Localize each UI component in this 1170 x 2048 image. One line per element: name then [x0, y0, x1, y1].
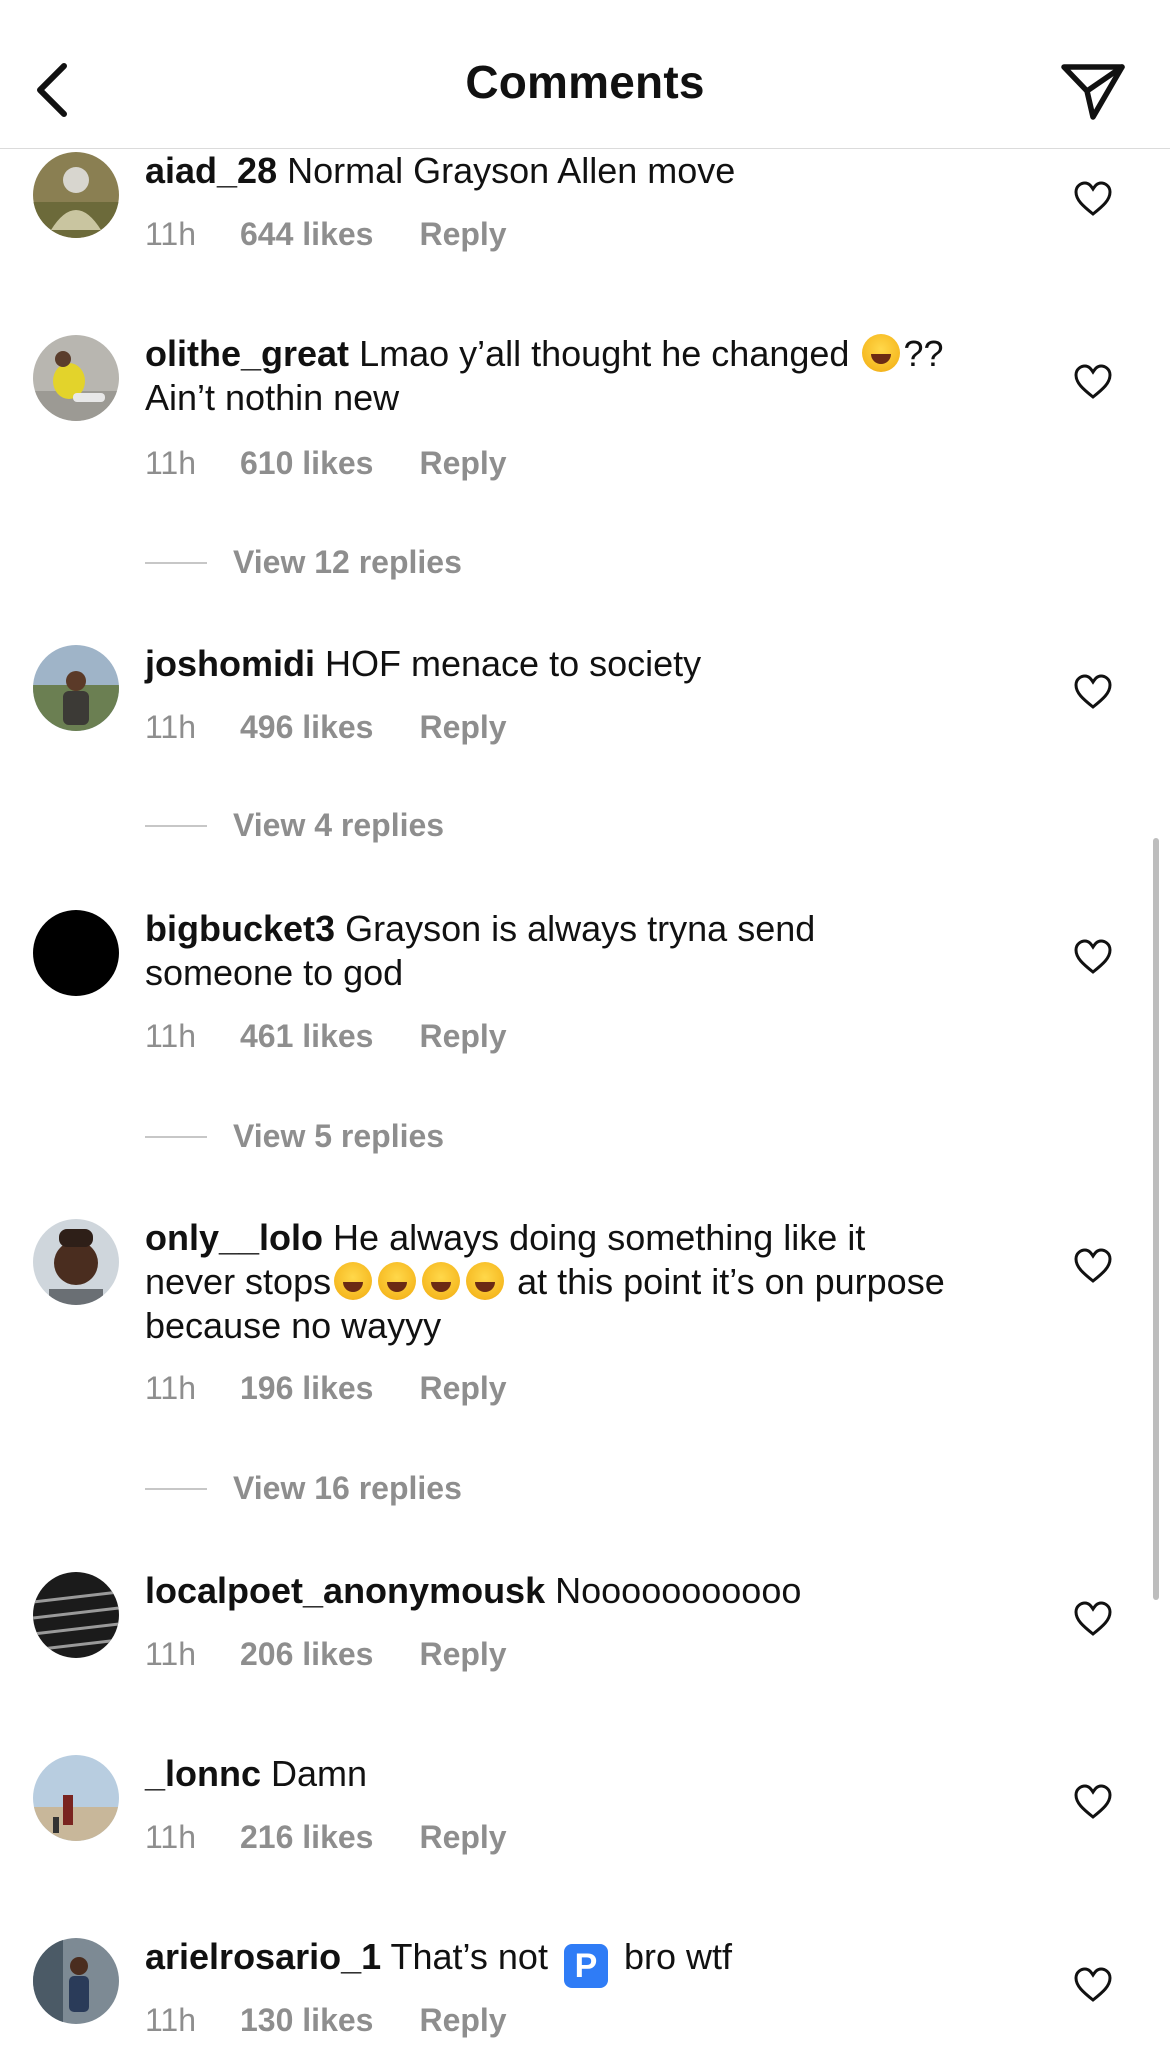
- divider-line: [145, 561, 207, 564]
- comment-time: 11h: [145, 1636, 197, 1672]
- page-title: Comments: [465, 56, 705, 108]
- view-replies-label: View 5 replies: [233, 1118, 445, 1154]
- view-replies-label: View 12 replies: [233, 544, 462, 580]
- scrollbar[interactable]: [1153, 838, 1159, 1600]
- reply-button[interactable]: Reply: [419, 216, 506, 253]
- comment-text: arielrosario_1 That’s not P bro wtf: [145, 1935, 965, 1988]
- rolling-on-the-floor-laughing-icon: [422, 1262, 461, 1300]
- like-heart-icon[interactable]: [1073, 1782, 1113, 1822]
- avatar[interactable]: [33, 152, 119, 238]
- comment-likes[interactable]: 610 likes: [240, 445, 373, 482]
- comment-username[interactable]: _lonnc: [145, 1753, 261, 1794]
- avatar[interactable]: [33, 645, 119, 731]
- avatar[interactable]: [33, 1755, 119, 1841]
- comment-list[interactable]: aiad_28 Normal Grayson Allen move 11h 64…: [0, 149, 1170, 2048]
- comment-username[interactable]: bigbucket3: [145, 908, 335, 949]
- comment-likes[interactable]: 461 likes: [240, 1018, 373, 1055]
- comment-likes[interactable]: 496 likes: [240, 709, 373, 746]
- top-bar: Comments: [0, 0, 1170, 149]
- comment-time: 11h: [145, 709, 197, 745]
- divider-line: [145, 824, 207, 827]
- comment-meta: 11h 644 likes Reply: [145, 216, 507, 253]
- like-heart-icon[interactable]: [1073, 937, 1113, 977]
- view-replies-button[interactable]: View 4 replies: [145, 807, 444, 844]
- comment-text: aiad_28 Normal Grayson Allen move: [145, 149, 965, 193]
- rolling-on-the-floor-laughing-icon: [334, 1262, 373, 1300]
- like-heart-icon[interactable]: [1073, 1246, 1113, 1286]
- like-heart-icon[interactable]: [1073, 1965, 1113, 2005]
- reply-button[interactable]: Reply: [419, 1018, 506, 1055]
- comment-text: _lonnc Damn: [145, 1752, 965, 1796]
- comment-username[interactable]: only__lolo: [145, 1217, 323, 1258]
- comment-text: bigbucket3 Grayson is always tryna send …: [145, 907, 965, 995]
- reply-button[interactable]: Reply: [419, 1370, 506, 1407]
- view-replies-button[interactable]: View 5 replies: [145, 1118, 444, 1155]
- comment-likes[interactable]: 206 likes: [240, 1636, 373, 1673]
- like-heart-icon[interactable]: [1073, 1599, 1113, 1639]
- comment-time: 11h: [145, 2002, 197, 2038]
- comment-username[interactable]: joshomidi: [145, 643, 315, 684]
- comment-body: Lmao y’all thought he changed: [359, 333, 860, 374]
- view-replies-button[interactable]: View 12 replies: [145, 544, 462, 581]
- comment-meta: 11h 461 likes Reply: [145, 1018, 507, 1055]
- like-heart-icon[interactable]: [1073, 672, 1113, 712]
- comment-time: 11h: [145, 445, 197, 481]
- comment-text: olithe_great Lmao y’all thought he chang…: [145, 332, 965, 420]
- comment-body: Nooooooooooo: [555, 1570, 802, 1611]
- reply-button[interactable]: Reply: [419, 1636, 506, 1673]
- comment-time: 11h: [145, 216, 197, 252]
- comment-likes[interactable]: 130 likes: [240, 2002, 373, 2039]
- comment-text: localpoet_anonymousk Nooooooooooo: [145, 1569, 965, 1613]
- comment-likes[interactable]: 644 likes: [240, 216, 373, 253]
- comment-time: 11h: [145, 1819, 197, 1855]
- comment-body: HOF menace to society: [325, 643, 702, 684]
- share-button[interactable]: [1054, 52, 1132, 130]
- comment-text: joshomidi HOF menace to society: [145, 642, 965, 686]
- reply-button[interactable]: Reply: [419, 709, 506, 746]
- like-heart-icon[interactable]: [1073, 179, 1113, 219]
- reply-button[interactable]: Reply: [419, 445, 506, 482]
- avatar[interactable]: [33, 1219, 119, 1305]
- avatar[interactable]: [33, 1938, 119, 2024]
- comment-meta: 11h 130 likes Reply: [145, 2002, 507, 2039]
- comment-username[interactable]: olithe_great: [145, 333, 349, 374]
- view-replies-label: View 16 replies: [233, 1470, 462, 1506]
- comment-meta: 11h 196 likes Reply: [145, 1370, 507, 1407]
- view-replies-button[interactable]: View 16 replies: [145, 1470, 462, 1507]
- comment-username[interactable]: aiad_28: [145, 150, 277, 191]
- comment-username[interactable]: arielrosario_1: [145, 1936, 381, 1977]
- send-icon: [1061, 64, 1125, 120]
- comment-meta: 11h 496 likes Reply: [145, 709, 507, 746]
- comment-text: only__lolo He always doing something lik…: [145, 1216, 965, 1348]
- divider-line: [145, 1487, 207, 1490]
- comment-meta: 11h 610 likes Reply: [145, 445, 507, 482]
- like-heart-icon[interactable]: [1073, 362, 1113, 402]
- divider-line: [145, 1135, 207, 1138]
- avatar[interactable]: [33, 335, 119, 421]
- reply-button[interactable]: Reply: [419, 2002, 506, 2039]
- avatar[interactable]: [33, 1572, 119, 1658]
- comment-likes[interactable]: 196 likes: [240, 1370, 373, 1407]
- comment-username[interactable]: localpoet_anonymousk: [145, 1570, 545, 1611]
- rolling-on-the-floor-laughing-icon: [378, 1262, 417, 1300]
- comment-time: 11h: [145, 1018, 197, 1054]
- rolling-on-the-floor-laughing-icon: [466, 1262, 505, 1300]
- comment-body-continued: bro wtf: [613, 1936, 732, 1977]
- p-button-icon: P: [563, 1944, 608, 1988]
- comment-body: Normal Grayson Allen move: [287, 150, 736, 191]
- comment-likes[interactable]: 216 likes: [240, 1819, 373, 1856]
- face-with-tears-of-joy-icon: [862, 334, 901, 372]
- comment-meta: 11h 206 likes Reply: [145, 1636, 507, 1673]
- comment-body: Damn: [271, 1753, 368, 1794]
- comment-meta: 11h 216 likes Reply: [145, 1819, 507, 1856]
- comment-time: 11h: [145, 1370, 197, 1406]
- view-replies-label: View 4 replies: [233, 807, 445, 843]
- reply-button[interactable]: Reply: [419, 1819, 506, 1856]
- comment-body: That’s not: [390, 1936, 558, 1977]
- avatar[interactable]: [33, 910, 119, 996]
